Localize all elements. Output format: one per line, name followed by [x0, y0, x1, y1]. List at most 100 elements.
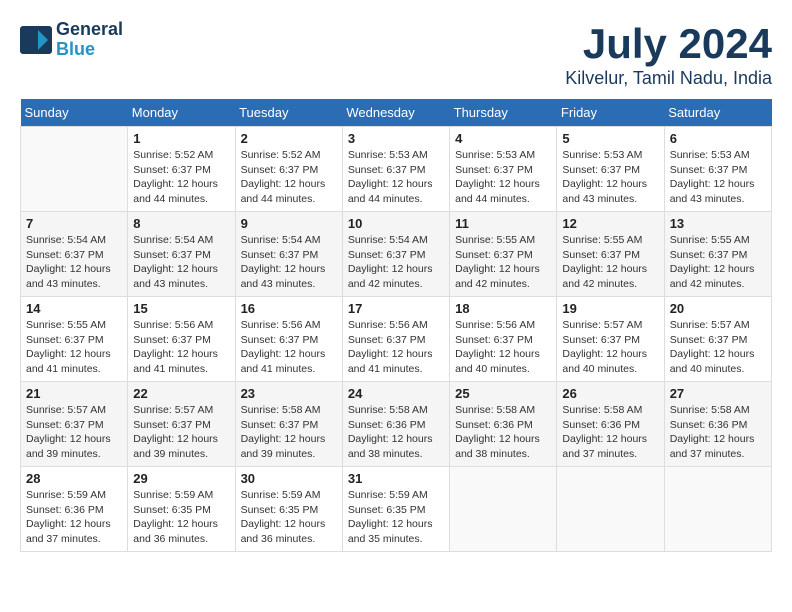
- day-info: Sunrise: 5:55 AMSunset: 6:37 PMDaylight:…: [670, 233, 766, 292]
- calendar-cell: 11Sunrise: 5:55 AMSunset: 6:37 PMDayligh…: [450, 212, 557, 297]
- calendar-cell: 2 Sunrise: 5:52 AMSunset: 6:37 PMDaylight…: [235, 127, 342, 212]
- day-number: 11: [455, 216, 551, 231]
- calendar-cell: 28 Sunrise: 5:59 AMSunset: 6:36 PMDayligh…: [21, 467, 128, 552]
- day-info: Sunrise: 5:57 AMSunset: 6:37 PMDaylight:…: [670, 318, 766, 377]
- calendar-cell: 9Sunrise: 5:54 AMSunset: 6:37 PMDaylight…: [235, 212, 342, 297]
- day-number: 29: [133, 471, 229, 486]
- calendar-cell: 26 Sunrise: 5:58 AMSunset: 6:36 PMDayligh…: [557, 382, 664, 467]
- day-number: 24: [348, 386, 444, 401]
- calendar-table: SundayMondayTuesdayWednesdayThursdayFrid…: [20, 99, 772, 552]
- day-info: Sunrise: 5:58 AMSunset: 6:36 PMDaylight:…: [455, 403, 551, 462]
- weekday-header-sunday: Sunday: [21, 99, 128, 127]
- logo: General Blue: [20, 20, 123, 60]
- calendar-cell: 20 Sunrise: 5:57 AMSunset: 6:37 PMDayligh…: [664, 297, 771, 382]
- day-number: 12: [562, 216, 658, 231]
- day-info: Sunrise: 5:59 AMSunset: 6:36 PMDaylight:…: [26, 488, 122, 547]
- weekday-header-thursday: Thursday: [450, 99, 557, 127]
- day-info: Sunrise: 5:55 AMSunset: 6:37 PMDaylight:…: [562, 233, 658, 292]
- calendar-cell: 15 Sunrise: 5:56 AMSunset: 6:37 PMDayligh…: [128, 297, 235, 382]
- day-number: 25: [455, 386, 551, 401]
- day-info: Sunrise: 5:59 AMSunset: 6:35 PMDaylight:…: [133, 488, 229, 547]
- calendar-week-3: 14Sunrise: 5:55 AMSunset: 6:37 PMDayligh…: [21, 297, 772, 382]
- calendar-cell: 8 Sunrise: 5:54 AMSunset: 6:37 PMDaylight…: [128, 212, 235, 297]
- calendar-cell: 4Sunrise: 5:53 AMSunset: 6:37 PMDaylight…: [450, 127, 557, 212]
- day-info: Sunrise: 5:58 AMSunset: 6:36 PMDaylight:…: [670, 403, 766, 462]
- calendar-cell: 24 Sunrise: 5:58 AMSunset: 6:36 PMDayligh…: [342, 382, 449, 467]
- month-title: July 2024: [565, 20, 772, 68]
- calendar-cell: [557, 467, 664, 552]
- day-info: Sunrise: 5:56 AMSunset: 6:37 PMDaylight:…: [455, 318, 551, 377]
- day-info: Sunrise: 5:56 AMSunset: 6:37 PMDaylight:…: [241, 318, 337, 377]
- page-header: General Blue July 2024 Kilvelur, Tamil N…: [20, 20, 772, 89]
- weekday-header-row: SundayMondayTuesdayWednesdayThursdayFrid…: [21, 99, 772, 127]
- day-number: 7: [26, 216, 122, 231]
- title-block: July 2024 Kilvelur, Tamil Nadu, India: [565, 20, 772, 89]
- weekday-header-monday: Monday: [128, 99, 235, 127]
- logo-icon: [20, 26, 52, 54]
- calendar-cell: 17 Sunrise: 5:56 AMSunset: 6:37 PMDayligh…: [342, 297, 449, 382]
- day-number: 20: [670, 301, 766, 316]
- calendar-cell: 27Sunrise: 5:58 AMSunset: 6:36 PMDayligh…: [664, 382, 771, 467]
- day-number: 16: [241, 301, 337, 316]
- day-info: Sunrise: 5:52 AMSunset: 6:37 PMDaylight:…: [133, 148, 229, 207]
- weekday-header-friday: Friday: [557, 99, 664, 127]
- day-number: 28: [26, 471, 122, 486]
- calendar-cell: 1 Sunrise: 5:52 AMSunset: 6:37 PMDaylight…: [128, 127, 235, 212]
- day-number: 31: [348, 471, 444, 486]
- calendar-week-2: 7 Sunrise: 5:54 AMSunset: 6:37 PMDaylight…: [21, 212, 772, 297]
- day-number: 30: [241, 471, 337, 486]
- day-number: 8: [133, 216, 229, 231]
- day-info: Sunrise: 5:53 AMSunset: 6:37 PMDaylight:…: [670, 148, 766, 207]
- day-number: 17: [348, 301, 444, 316]
- day-info: Sunrise: 5:57 AMSunset: 6:37 PMDaylight:…: [562, 318, 658, 377]
- calendar-week-4: 21Sunrise: 5:57 AMSunset: 6:37 PMDayligh…: [21, 382, 772, 467]
- calendar-cell: 29 Sunrise: 5:59 AMSunset: 6:35 PMDayligh…: [128, 467, 235, 552]
- day-info: Sunrise: 5:59 AMSunset: 6:35 PMDaylight:…: [241, 488, 337, 547]
- calendar-cell: 14Sunrise: 5:55 AMSunset: 6:37 PMDayligh…: [21, 297, 128, 382]
- calendar-cell: 25 Sunrise: 5:58 AMSunset: 6:36 PMDayligh…: [450, 382, 557, 467]
- day-info: Sunrise: 5:53 AMSunset: 6:37 PMDaylight:…: [562, 148, 658, 207]
- calendar-cell: [450, 467, 557, 552]
- weekday-header-tuesday: Tuesday: [235, 99, 342, 127]
- day-info: Sunrise: 5:52 AMSunset: 6:37 PMDaylight:…: [241, 148, 337, 207]
- day-info: Sunrise: 5:54 AMSunset: 6:37 PMDaylight:…: [348, 233, 444, 292]
- calendar-week-1: 1 Sunrise: 5:52 AMSunset: 6:37 PMDaylight…: [21, 127, 772, 212]
- day-info: Sunrise: 5:54 AMSunset: 6:37 PMDaylight:…: [26, 233, 122, 292]
- day-number: 13: [670, 216, 766, 231]
- calendar-cell: 12 Sunrise: 5:55 AMSunset: 6:37 PMDayligh…: [557, 212, 664, 297]
- day-number: 6: [670, 131, 766, 146]
- calendar-cell: [664, 467, 771, 552]
- calendar-cell: 13 Sunrise: 5:55 AMSunset: 6:37 PMDayligh…: [664, 212, 771, 297]
- day-number: 19: [562, 301, 658, 316]
- day-number: 18: [455, 301, 551, 316]
- day-info: Sunrise: 5:56 AMSunset: 6:37 PMDaylight:…: [348, 318, 444, 377]
- day-info: Sunrise: 5:58 AMSunset: 6:36 PMDaylight:…: [348, 403, 444, 462]
- calendar-cell: 7 Sunrise: 5:54 AMSunset: 6:37 PMDaylight…: [21, 212, 128, 297]
- weekday-header-wednesday: Wednesday: [342, 99, 449, 127]
- day-info: Sunrise: 5:58 AMSunset: 6:37 PMDaylight:…: [241, 403, 337, 462]
- calendar-body: 1 Sunrise: 5:52 AMSunset: 6:37 PMDaylight…: [21, 127, 772, 552]
- location-title: Kilvelur, Tamil Nadu, India: [565, 68, 772, 89]
- calendar-cell: 5Sunrise: 5:53 AMSunset: 6:37 PMDaylight…: [557, 127, 664, 212]
- calendar-cell: 30 Sunrise: 5:59 AMSunset: 6:35 PMDayligh…: [235, 467, 342, 552]
- day-number: 1: [133, 131, 229, 146]
- day-info: Sunrise: 5:57 AMSunset: 6:37 PMDaylight:…: [26, 403, 122, 462]
- day-info: Sunrise: 5:58 AMSunset: 6:36 PMDaylight:…: [562, 403, 658, 462]
- day-number: 3: [348, 131, 444, 146]
- day-number: 4: [455, 131, 551, 146]
- day-info: Sunrise: 5:54 AMSunset: 6:37 PMDaylight:…: [241, 233, 337, 292]
- day-number: 10: [348, 216, 444, 231]
- calendar-cell: 6 Sunrise: 5:53 AMSunset: 6:37 PMDaylight…: [664, 127, 771, 212]
- calendar-cell: 3Sunrise: 5:53 AMSunset: 6:37 PMDaylight…: [342, 127, 449, 212]
- day-number: 15: [133, 301, 229, 316]
- calendar-week-5: 28 Sunrise: 5:59 AMSunset: 6:36 PMDayligh…: [21, 467, 772, 552]
- calendar-cell: 31Sunrise: 5:59 AMSunset: 6:35 PMDayligh…: [342, 467, 449, 552]
- calendar-cell: 19 Sunrise: 5:57 AMSunset: 6:37 PMDayligh…: [557, 297, 664, 382]
- day-number: 26: [562, 386, 658, 401]
- day-info: Sunrise: 5:54 AMSunset: 6:37 PMDaylight:…: [133, 233, 229, 292]
- day-number: 2: [241, 131, 337, 146]
- calendar-cell: [21, 127, 128, 212]
- day-number: 22: [133, 386, 229, 401]
- day-info: Sunrise: 5:55 AMSunset: 6:37 PMDaylight:…: [26, 318, 122, 377]
- day-info: Sunrise: 5:56 AMSunset: 6:37 PMDaylight:…: [133, 318, 229, 377]
